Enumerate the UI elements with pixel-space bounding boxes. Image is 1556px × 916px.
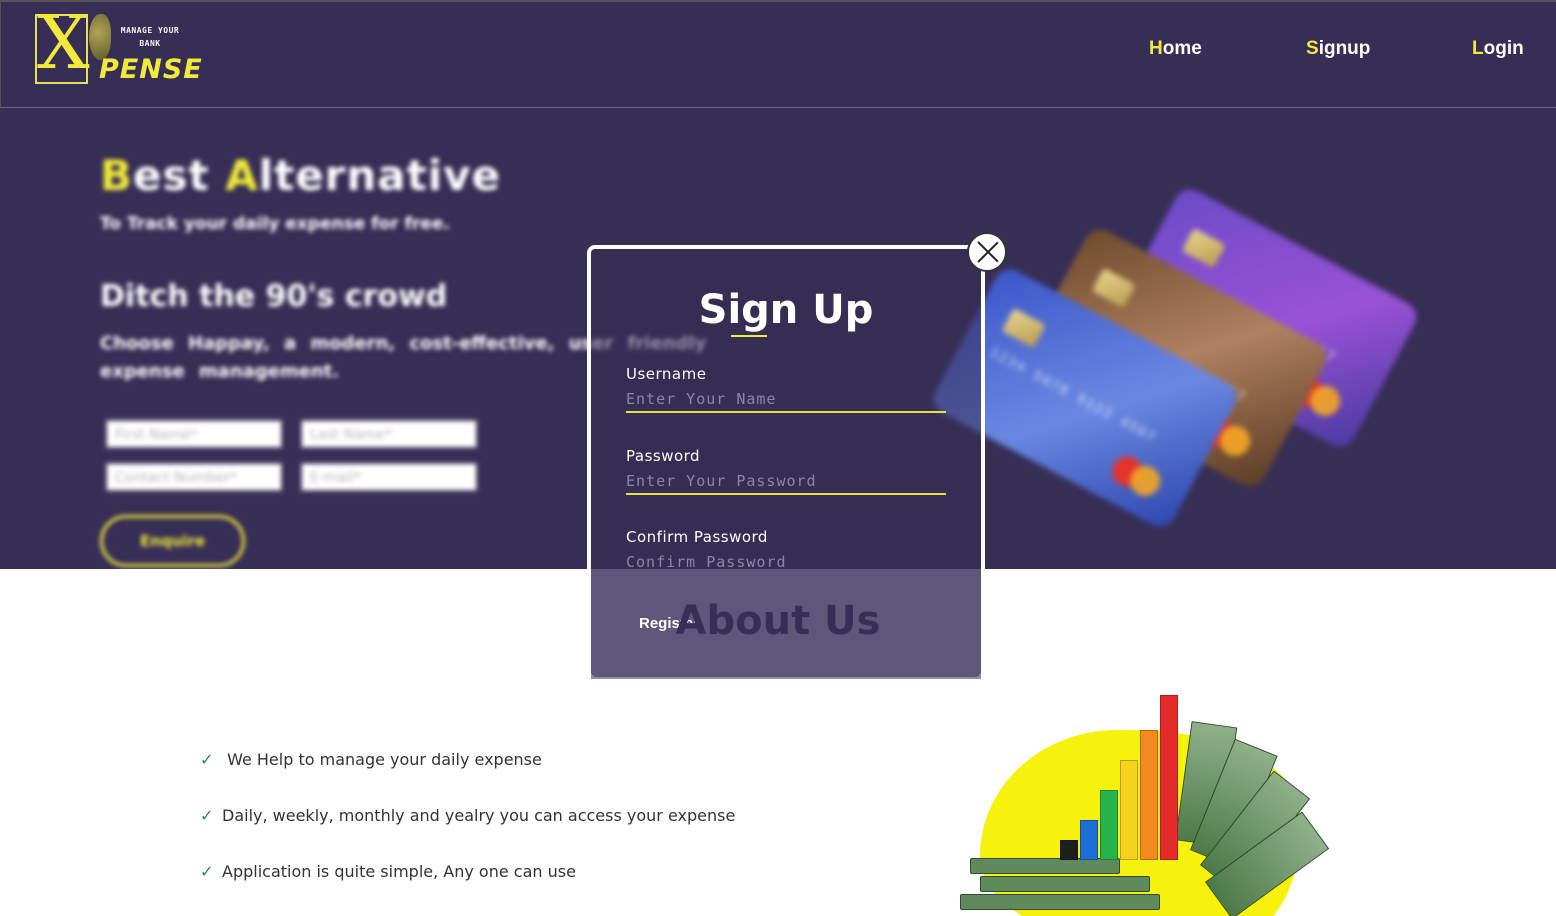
bar-black [1060, 840, 1078, 860]
logo-letter: X [37, 0, 90, 86]
money-chart-illustration [960, 690, 1360, 916]
logo-word: PENSE [99, 54, 203, 85]
first-name-input[interactable]: First Name* [104, 418, 284, 450]
credit-cards-image: 1234 5678 9123 4567 1234 5678 9123 4567 … [928, 183, 1450, 538]
nav-login-link[interactable]: Login [1472, 38, 1524, 60]
username-label: Username [626, 365, 707, 383]
nav-home-rest: ome [1162, 38, 1202, 59]
hero-title: Best Alternative [100, 151, 501, 200]
nav-signup-link[interactable]: Signup [1306, 38, 1370, 60]
bar-blue [1080, 820, 1098, 860]
feature-item: ✓ Daily, weekly, monthly and yealry you c… [200, 806, 735, 825]
logo-tagline-line2: BANK [139, 39, 161, 48]
email-input[interactable]: E-mail* [299, 461, 479, 493]
hero-heading: Ditch the 90's crowd [100, 279, 448, 314]
password-label: Password [626, 447, 701, 465]
hero-subtitle: To Track your daily expense for free. [100, 214, 450, 234]
card-chip-icon [1091, 268, 1136, 308]
confirm-password-label: Confirm Password [626, 528, 768, 546]
bar-red [1160, 695, 1178, 860]
nav-home-link[interactable]: Home [1149, 38, 1202, 60]
brand-logo[interactable]: X MANAGE YOUR BANK PENSE [35, 6, 202, 86]
password-input[interactable] [626, 469, 946, 495]
hero-title-word1: est [133, 151, 226, 200]
close-icon[interactable] [967, 232, 1007, 272]
bar-green [1100, 790, 1118, 860]
title-underline [731, 335, 767, 337]
nav-signup-initial: S [1306, 38, 1319, 59]
check-icon: ✓ [200, 750, 214, 769]
bar-yellow [1120, 760, 1138, 860]
cash-stack [980, 876, 1150, 892]
about-us-title: About Us [675, 598, 881, 644]
nav-signup-rest: ignup [1318, 38, 1371, 59]
cash-stack [970, 858, 1120, 874]
logo-tagline: MANAGE YOUR BANK [115, 24, 185, 50]
bar-orange [1140, 730, 1158, 860]
cash-stack [960, 894, 1160, 910]
nav-login-rest: ogin [1483, 38, 1524, 59]
contact-number-input[interactable]: Contact Number* [104, 461, 284, 493]
card-chip-icon [1181, 228, 1226, 268]
feature-text: Daily, weekly, monthly and yealry you ca… [222, 806, 736, 825]
feature-text: We Help to manage your daily expense [222, 750, 542, 769]
nav-home-initial: H [1149, 38, 1163, 59]
modal-title: Sign Up [698, 287, 874, 333]
card-number: 1234 5678 9123 4567 [987, 345, 1160, 447]
username-input[interactable] [626, 387, 946, 413]
last-name-input[interactable]: Last Name* [299, 418, 479, 450]
check-icon: ✓ [200, 862, 214, 881]
hero-title-word2: lternative [258, 151, 501, 200]
hero-title-initial-a: A [225, 151, 259, 200]
hero-title-initial-b: B [100, 151, 134, 200]
nav-login-initial: L [1472, 38, 1484, 59]
enquire-button[interactable]: Enquire [100, 515, 245, 567]
logo-tagline-line1: MANAGE YOUR [120, 26, 180, 35]
top-nav: X MANAGE YOUR BANK PENSE Home Signup Log… [0, 0, 1556, 108]
bar-graph-icon [1060, 690, 1180, 860]
feature-text: Application is quite simple, Any one can… [222, 862, 576, 881]
card-chip-icon [1001, 308, 1046, 348]
check-icon: ✓ [200, 806, 214, 825]
feature-item: ✓ We Help to manage your daily expense [200, 750, 542, 769]
feature-item: ✓ Application is quite simple, Any one ca… [200, 862, 576, 881]
